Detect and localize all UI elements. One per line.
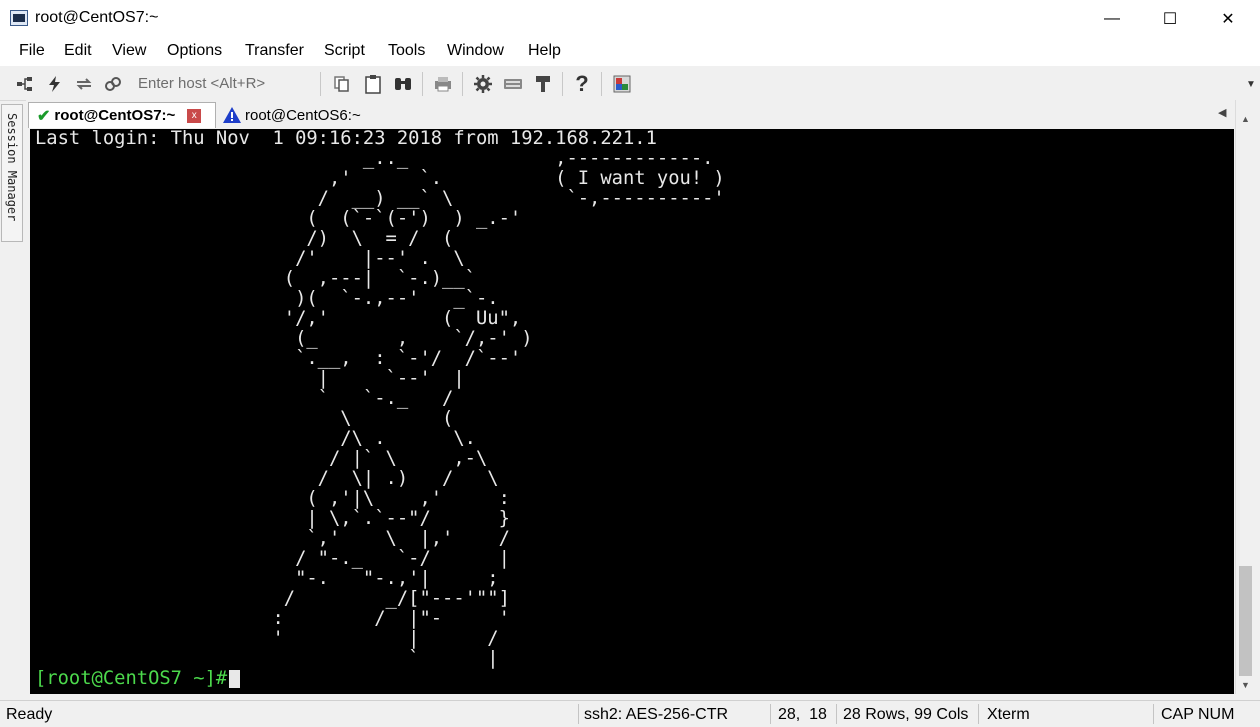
window-title: root@CentOS7:~ [35, 9, 159, 26]
copy-icon[interactable] [331, 73, 353, 95]
sftp-icon[interactable] [532, 73, 554, 95]
connect-icon[interactable] [14, 73, 36, 95]
find-icon[interactable] [392, 73, 414, 95]
terminal-line: | \,`.`--"/ } [35, 508, 510, 529]
terminal-line: (_ , `/,-' ) [35, 328, 533, 349]
terminal-line: \ ( [35, 408, 454, 429]
tab-centos7[interactable]: ✔ root@CentOS7:~ x [28, 102, 216, 128]
menu-help[interactable]: Help [528, 42, 561, 60]
tab-bar: ✔ root@CentOS7:~ x root@CentOS6:~ ◀ ▶ [26, 100, 1260, 129]
keymap-icon[interactable] [502, 73, 524, 95]
tab-close-button[interactable]: x [187, 108, 202, 123]
tab-scroll-left-icon[interactable]: ◀ [1218, 106, 1226, 119]
menu-script[interactable]: Script [324, 42, 365, 60]
menu-file[interactable]: File [19, 42, 45, 60]
maximize-button[interactable]: ☐ [1141, 0, 1199, 38]
terminal-line: ` `-._ / [35, 388, 454, 409]
toolbar-overflow-icon[interactable]: ▼ [1240, 73, 1260, 95]
warning-icon [222, 106, 242, 124]
settings-icon[interactable] [472, 73, 494, 95]
vertical-scrollbar[interactable]: ▲ ▼ [1235, 100, 1255, 694]
shell-prompt: [root@CentOS7 ~]# [35, 668, 228, 689]
scrollbar-thumb[interactable] [1239, 566, 1252, 676]
terminal-prompt-line: [root@CentOS7 ~]# [30, 669, 1234, 689]
terminal-line: ` | [35, 648, 499, 669]
status-separator [578, 704, 579, 724]
toolbar-separator [562, 72, 563, 96]
terminal-line: ( ,'|\ ,' : [35, 488, 510, 509]
terminal-line: Last login: Thu Nov 1 09:16:23 2018 from… [35, 129, 657, 149]
scroll-down-icon[interactable]: ▼ [1241, 680, 1250, 690]
terminal-line: / \| .) / \ [35, 468, 499, 489]
menu-window[interactable]: Window [447, 42, 504, 60]
scroll-up-icon[interactable]: ▲ [1241, 114, 1250, 124]
terminal-line: )( `-.,--' _`-. [35, 288, 499, 309]
terminal-line: _.._ ,------------. [35, 148, 714, 169]
minimize-button[interactable]: — [1083, 0, 1141, 38]
menu-bar: File Edit View Options Transfer Script T… [0, 38, 1260, 66]
text-cursor [229, 669, 241, 688]
tab-label: root@CentOS7:~ [54, 107, 176, 124]
title-bar: root@CentOS7:~ — ☐ ✕ [0, 0, 1260, 38]
close-button[interactable]: ✕ [1199, 0, 1257, 38]
help-icon[interactable]: ? [571, 71, 593, 96]
terminal-line: `,' \ |,' / [35, 528, 510, 549]
terminal-output: Last login: Thu Nov 1 09:16:23 2018 from… [30, 129, 1234, 669]
paste-icon[interactable] [362, 73, 384, 95]
menu-options[interactable]: Options [167, 42, 222, 60]
terminal-line: /\ . \. [35, 428, 476, 449]
terminal-line: / "-._ `-/ | [35, 548, 510, 569]
terminal-line: | `--' | [35, 368, 465, 389]
terminal-line: / |` \ ,-\ [35, 448, 488, 469]
status-terminal-type: Xterm [987, 706, 1030, 723]
terminal-line: '/,' ( Uu", [35, 308, 522, 329]
status-cipher: ssh2: AES-256-CTR [584, 706, 729, 723]
session-manager-label: Session Manager [5, 113, 19, 222]
print-icon[interactable] [432, 73, 454, 95]
terminal-line: ' | / [35, 628, 499, 649]
disconnect-icon[interactable] [102, 73, 124, 95]
status-ready: Ready [6, 706, 53, 723]
status-dimensions: 28 Rows, 99 Cols [843, 706, 969, 723]
reconnect-icon[interactable] [73, 73, 95, 95]
terminal-line: /' |--' . \ [35, 248, 465, 269]
terminal-line: ( (`-`(-') ) _.-' [35, 208, 522, 229]
terminal-line: : / |"- ' [35, 608, 510, 629]
menu-transfer[interactable]: Transfer [245, 42, 304, 60]
status-caps-lock: CAP [1161, 706, 1194, 723]
toolbar-separator [601, 72, 602, 96]
status-separator [770, 704, 771, 724]
terminal-line: / _/["---'""] [35, 588, 510, 609]
status-separator [836, 704, 837, 724]
tab-label: root@CentOS6:~ [245, 106, 361, 124]
status-bar: Ready ssh2: AES-256-CTR 28, 18 28 Rows, … [0, 700, 1260, 727]
session-manager-tab[interactable]: Session Manager [1, 104, 23, 242]
securecrt-app-icon[interactable] [10, 10, 28, 26]
terminal-line: ( ,---| `-.)__` [35, 268, 476, 289]
status-separator [1153, 704, 1154, 724]
enter-host-input[interactable] [132, 72, 324, 94]
check-icon: ✔ [37, 107, 51, 125]
terminal-line: ,' `. ( I want you! ) [35, 168, 725, 189]
terminal-line: /) \ = / ( [35, 228, 454, 249]
status-num-lock: NUM [1198, 706, 1235, 723]
terminal-line: `.__, : `-'/ /`--' [35, 348, 522, 369]
terminal-screen[interactable]: Last login: Thu Nov 1 09:16:23 2018 from… [30, 129, 1234, 694]
toolbar-separator [422, 72, 423, 96]
menu-edit[interactable]: Edit [64, 42, 92, 60]
terminal-line: "-. "-.,'| ; [35, 568, 499, 589]
tab-centos6[interactable]: root@CentOS6:~ [216, 102, 386, 128]
toolbar-separator [462, 72, 463, 96]
toolbar-separator [320, 72, 321, 96]
screen-icon[interactable] [611, 73, 633, 95]
quick-connect-icon[interactable] [44, 73, 66, 95]
terminal-line: / __) __` \ `-,----------' [35, 188, 725, 209]
status-cursor-position: 28, 18 [778, 706, 827, 723]
status-separator [978, 704, 979, 724]
toolbar: ? ▼ [0, 66, 1260, 101]
menu-tools[interactable]: Tools [388, 42, 425, 60]
menu-view[interactable]: View [112, 42, 146, 60]
